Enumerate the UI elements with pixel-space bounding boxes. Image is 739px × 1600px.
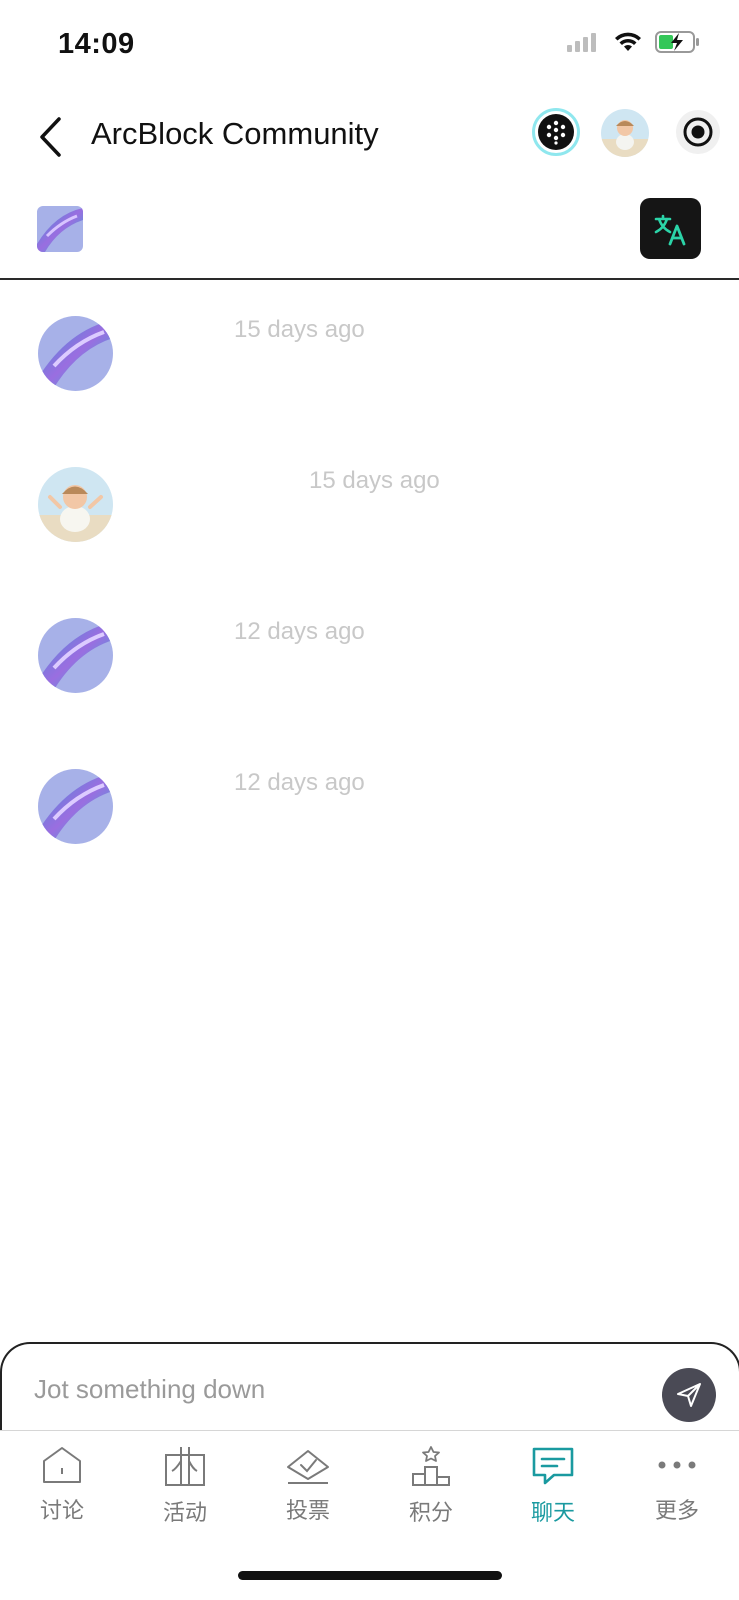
room-subbar (0, 192, 739, 280)
message-input[interactable] (32, 1366, 636, 1412)
back-button[interactable] (30, 110, 70, 164)
room-avatar[interactable] (37, 206, 83, 252)
message-composer (0, 1342, 739, 1432)
record-button[interactable] (676, 110, 720, 154)
tab-label: 聊天 (530, 1501, 575, 1526)
bottom-tab-bar: 讨论 活动 投票 积分 聊天 更多 (0, 1430, 739, 1551)
translate-button[interactable] (640, 198, 701, 259)
home-indicator (238, 1571, 502, 1580)
vote-icon (287, 1450, 329, 1484)
tab-points[interactable]: 积分 (381, 1445, 481, 1535)
chat-icon (532, 1447, 574, 1485)
chevron-left-icon (40, 117, 61, 157)
message-item[interactable]: 15 days ago (0, 316, 739, 436)
message-timestamp: 12 days ago (234, 769, 365, 796)
page-title: ArcBlock Community (91, 116, 379, 151)
message-timestamp: 12 days ago (234, 618, 365, 645)
tab-label: 更多 (654, 1499, 699, 1524)
tab-discussion[interactable]: 讨论 (12, 1445, 112, 1535)
cellular-signal-icon (567, 33, 596, 52)
record-icon (683, 117, 713, 147)
more-icon (658, 1461, 696, 1469)
dots-grid-icon (538, 114, 574, 150)
message-item[interactable]: 15 days ago (0, 467, 739, 587)
message-item[interactable]: 12 days ago (0, 769, 739, 889)
translate-icon (654, 214, 685, 245)
wifi-icon (615, 32, 641, 51)
tab-label: 投票 (285, 1499, 330, 1524)
community-avatar[interactable] (38, 769, 113, 844)
tab-label: 积分 (408, 1501, 453, 1526)
status-icons (567, 30, 701, 54)
tab-events[interactable]: 活动 (135, 1445, 235, 1535)
status-bar: 14:09 (0, 0, 739, 92)
user-avatar[interactable] (38, 467, 113, 542)
tab-vote[interactable]: 投票 (258, 1445, 358, 1535)
header: ArcBlock Community (0, 92, 739, 192)
send-icon (677, 1383, 701, 1407)
community-avatar[interactable] (38, 618, 113, 693)
home-icon (43, 1447, 81, 1483)
send-button[interactable] (662, 1368, 716, 1422)
battery-charging-icon (655, 31, 699, 53)
message-item[interactable]: 12 days ago (0, 618, 739, 738)
message-timestamp: 15 days ago (234, 316, 365, 343)
tab-label: 活动 (162, 1501, 207, 1526)
podium-icon (412, 1446, 450, 1486)
apps-button[interactable] (532, 108, 580, 156)
status-time: 14:09 (58, 28, 135, 60)
tab-chat[interactable]: 聊天 (503, 1445, 603, 1535)
tab-label: 讨论 (39, 1499, 84, 1524)
gift-icon (165, 1447, 205, 1486)
tab-more[interactable]: 更多 (627, 1445, 727, 1535)
message-timestamp: 15 days ago (309, 467, 440, 494)
community-avatar[interactable] (38, 316, 113, 391)
user-avatar[interactable] (601, 109, 649, 157)
